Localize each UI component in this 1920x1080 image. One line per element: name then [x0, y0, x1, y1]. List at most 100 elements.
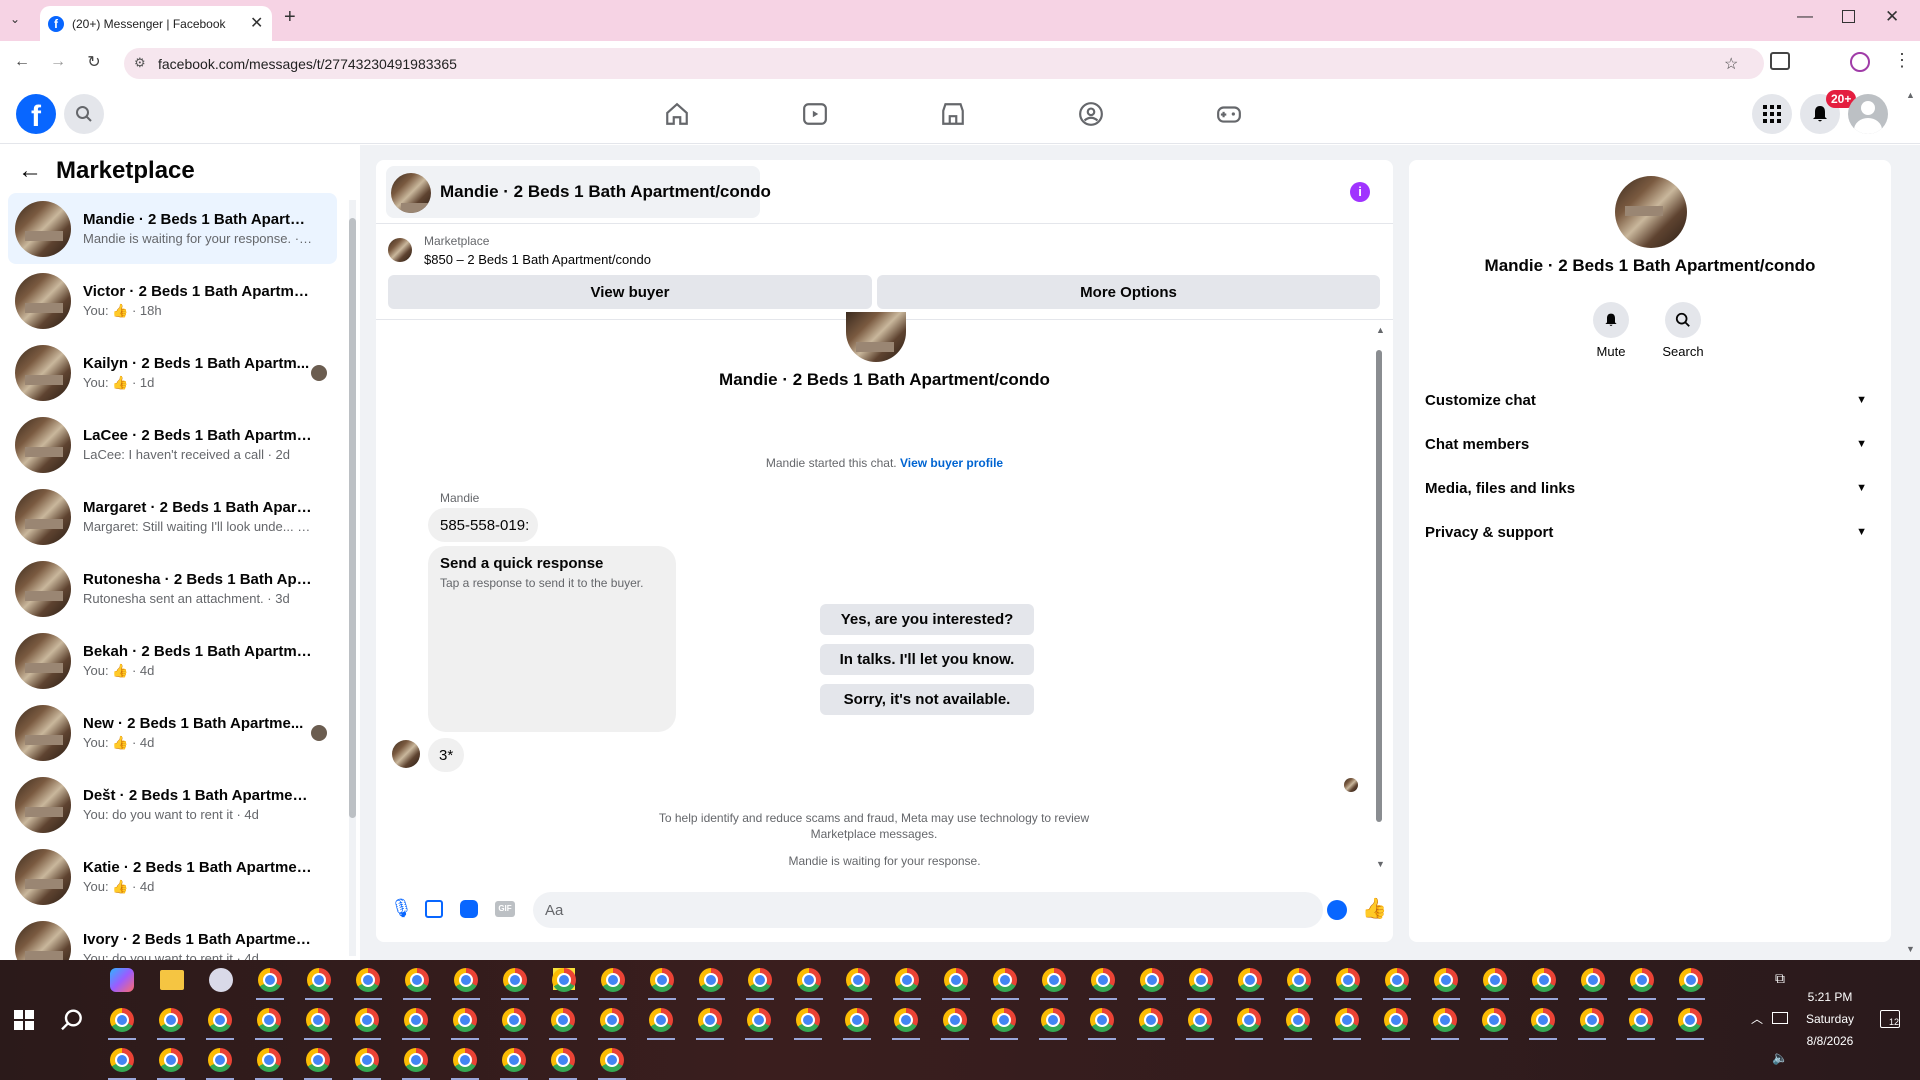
chat-list-item[interactable]: Mandie · 2 Beds 1 Bath Apartme... Mandie … — [8, 193, 337, 264]
thumbs-up-icon[interactable]: 👍 — [1362, 896, 1387, 921]
browser-menu-icon[interactable]: ⋮ — [1893, 50, 1911, 71]
view-buyer-button[interactable]: View buyer — [388, 275, 872, 309]
chrome-taskbar-icon[interactable] — [1532, 968, 1556, 992]
facebook-logo-icon[interactable]: f — [16, 94, 56, 134]
chrome-taskbar-icon[interactable] — [551, 1048, 575, 1072]
clock-day[interactable]: Saturday — [1790, 1012, 1870, 1026]
gif-icon[interactable]: GIF — [495, 901, 515, 917]
new-tab-icon[interactable]: + — [284, 6, 296, 29]
chrome-taskbar-icon[interactable] — [1140, 968, 1164, 992]
chrome-taskbar-icon[interactable] — [1678, 1008, 1702, 1032]
reload-icon[interactable]: ↻ — [80, 48, 108, 76]
media-files-links-section[interactable]: Media, files and links ▼ — [1425, 468, 1875, 508]
chrome-taskbar-icon[interactable] — [1629, 1008, 1653, 1032]
chrome-taskbar-icon[interactable] — [600, 1048, 624, 1072]
chrome-taskbar-icon[interactable] — [307, 968, 331, 992]
install-app-icon[interactable] — [1770, 52, 1790, 70]
profile-icon[interactable] — [1850, 52, 1870, 72]
chat-list-item[interactable]: Victor · 2 Beds 1 Bath Apartment... You: … — [8, 265, 337, 336]
quick-response-not-available-button[interactable]: Sorry, it's not available. — [820, 684, 1034, 715]
chrome-taskbar-icon[interactable] — [404, 1008, 428, 1032]
chrome-taskbar-icon[interactable] — [257, 1048, 281, 1072]
chrome-taskbar-icon[interactable] — [650, 968, 674, 992]
privacy-support-section[interactable]: Privacy & support ▼ — [1425, 512, 1875, 552]
chrome-taskbar-icon[interactable] — [356, 968, 380, 992]
chat-list-item[interactable]: Margaret · 2 Beds 1 Bath Apartm... Margar… — [8, 481, 337, 552]
chrome-taskbar-icon[interactable] — [454, 968, 478, 992]
chrome-taskbar-icon[interactable] — [159, 1048, 183, 1072]
chat-header-title-button[interactable]: Mandie · 2 Beds 1 Bath Apartment/condo — [386, 166, 771, 218]
tray-chevron-up-icon[interactable]: ︿ — [1751, 1010, 1763, 1027]
chrome-taskbar-icon[interactable] — [1483, 968, 1507, 992]
chrome-taskbar-icon[interactable] — [1188, 1008, 1212, 1032]
window-close-icon[interactable]: ✕ — [1885, 7, 1899, 27]
message-bubble-1[interactable]: 585-558-019: — [428, 508, 538, 542]
chrome-taskbar-icon[interactable] — [601, 968, 625, 992]
chrome-taskbar-icon[interactable] — [1384, 1008, 1408, 1032]
url-bar[interactable]: ⚙ facebook.com/messages/t/27743230491983… — [124, 48, 1764, 79]
chrome-taskbar-icon[interactable] — [1433, 1008, 1457, 1032]
chat-members-section[interactable]: Chat members ▼ — [1425, 424, 1875, 464]
chrome-taskbar-icon[interactable] — [258, 968, 282, 992]
clock-date[interactable]: 8/8/2026 — [1790, 1034, 1870, 1048]
chat-list-item[interactable]: LaCee · 2 Beds 1 Bath Apartment... LaCee:… — [8, 409, 337, 480]
sticker-icon[interactable] — [460, 900, 478, 918]
chrome-taskbar-icon[interactable] — [1090, 1008, 1114, 1032]
quick-response-yes-button[interactable]: Yes, are you interested? — [820, 604, 1034, 635]
forward-icon[interactable]: → — [44, 48, 72, 76]
chrome-taskbar-icon[interactable] — [796, 1008, 820, 1032]
microphone-icon[interactable]: 🎙 — [390, 898, 413, 919]
chrome-taskbar-icon[interactable] — [1630, 968, 1654, 992]
chat-list-item[interactable]: Kailyn · 2 Beds 1 Bath Apartm... You: 👍 ·… — [8, 337, 337, 408]
chrome-taskbar-icon[interactable] — [453, 1008, 477, 1032]
chrome-taskbar-icon[interactable] — [405, 968, 429, 992]
menu-button[interactable] — [1752, 94, 1792, 134]
chat-list-item[interactable]: Dešt · 2 Beds 1 Bath Apartment/... You: d… — [8, 769, 337, 840]
chrome-taskbar-icon[interactable] — [943, 1008, 967, 1032]
search-button[interactable] — [64, 94, 104, 134]
chrome-taskbar-icon[interactable] — [895, 968, 919, 992]
more-options-button[interactable]: More Options — [877, 275, 1380, 309]
view-buyer-profile-link[interactable]: View buyer profile — [900, 456, 1003, 470]
info-icon[interactable]: i — [1350, 182, 1370, 202]
chat-list-item[interactable]: Ivory · 2 Beds 1 Bath Apartment/... You: … — [8, 913, 337, 960]
mute-button[interactable] — [1593, 302, 1629, 338]
chrome-taskbar-icon[interactable] — [699, 968, 723, 992]
chrome-taskbar-icon[interactable] — [355, 1048, 379, 1072]
chat-list-item[interactable]: Katie · 2 Beds 1 Bath Apartment/... You: … — [8, 841, 337, 912]
chrome-taskbar-icon[interactable] — [404, 1048, 428, 1072]
emoji-icon[interactable] — [1327, 900, 1347, 920]
chrome-taskbar-icon[interactable] — [649, 1008, 673, 1032]
chrome-taskbar-icon[interactable] — [1679, 968, 1703, 992]
chrome-taskbar-icon[interactable] — [993, 968, 1017, 992]
nav-home[interactable] — [622, 86, 732, 142]
task-view-icon[interactable]: ⧉ — [1775, 970, 1785, 987]
site-info-icon[interactable]: ⚙ — [134, 55, 146, 71]
chrome-taskbar-icon[interactable] — [1139, 1008, 1163, 1032]
page-scroll-down-icon[interactable]: ▼ — [1906, 944, 1915, 954]
chrome-taskbar-icon[interactable] — [1091, 968, 1115, 992]
photo-icon[interactable] — [425, 900, 443, 918]
tab-close-icon[interactable]: ✕ — [250, 13, 263, 33]
chrome-taskbar-icon[interactable] — [1531, 1008, 1555, 1032]
tab-search-chevron-icon[interactable]: ⌄ — [10, 12, 20, 26]
chrome-taskbar-icon[interactable] — [1287, 968, 1311, 992]
chrome-taskbar-icon[interactable] — [306, 1048, 330, 1072]
chrome-taskbar-icon[interactable] — [1482, 1008, 1506, 1032]
chrome-taskbar-icon[interactable] — [1041, 1008, 1065, 1032]
chrome-taskbar-icon[interactable] — [846, 968, 870, 992]
url-text[interactable]: facebook.com/messages/t/2774323049198336… — [158, 56, 457, 72]
chrome-taskbar-icon[interactable] — [797, 968, 821, 992]
back-icon[interactable]: ← — [8, 48, 36, 76]
message-bubble-2[interactable]: 3* — [428, 738, 464, 772]
quick-response-in-talks-button[interactable]: In talks. I'll let you know. — [820, 644, 1034, 675]
browser-tab[interactable]: f (20+) Messenger | Facebook ✕ — [40, 6, 272, 41]
restore-icon[interactable] — [1842, 10, 1855, 23]
chrome-taskbar-icon[interactable] — [944, 968, 968, 992]
chat-list-item[interactable]: New · 2 Beds 1 Bath Apartme... You: 👍 · 4… — [8, 697, 337, 768]
listing-price[interactable]: $850 – 2 Beds 1 Bath Apartment/condo — [424, 252, 651, 267]
chrome-taskbar-icon[interactable] — [453, 1048, 477, 1072]
chrome-taskbar-icon[interactable] — [355, 1008, 379, 1032]
clock-time[interactable]: 5:21 PM — [1790, 990, 1870, 1004]
chrome-taskbar-icon[interactable] — [1385, 968, 1409, 992]
